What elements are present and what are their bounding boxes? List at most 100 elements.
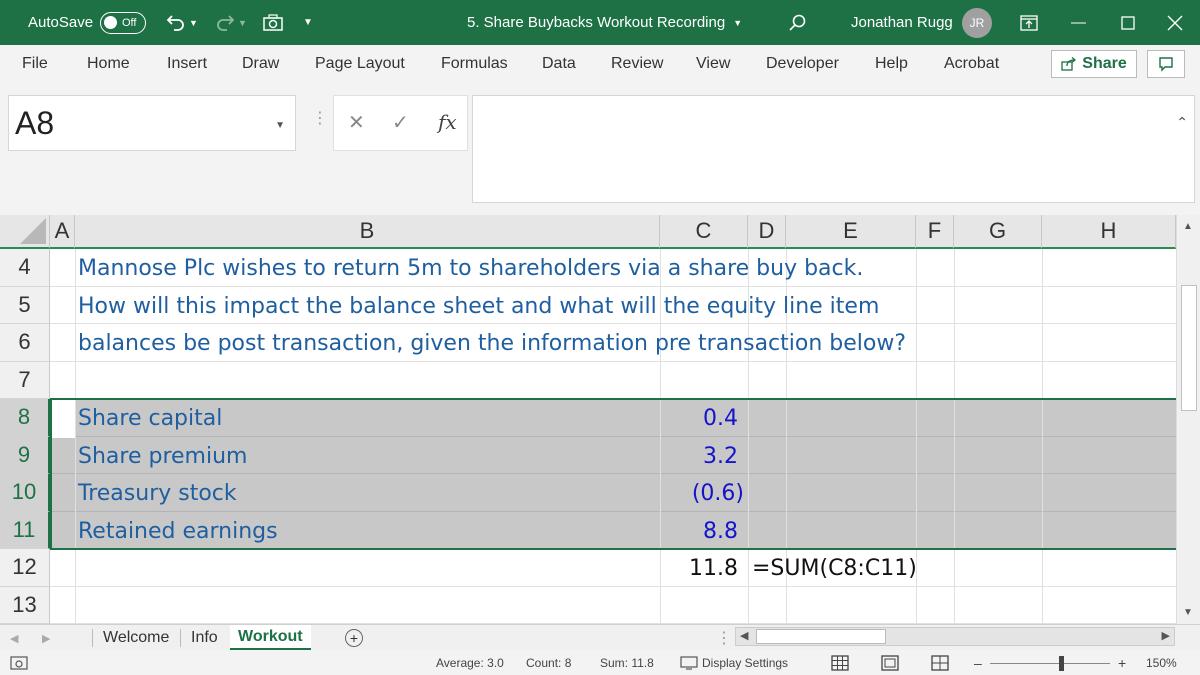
- formula-buttons: ✕ ✓ fx: [333, 95, 468, 151]
- search-icon[interactable]: [788, 0, 808, 45]
- row-13: [50, 587, 1176, 624]
- customize-quick-access-icon[interactable]: ▼: [303, 0, 313, 45]
- display-settings-button[interactable]: Display Settings: [680, 650, 788, 675]
- row-header-11[interactable]: 11: [0, 511, 50, 549]
- horizontal-scrollbar[interactable]: ◀ ▶: [735, 627, 1175, 646]
- cell-c9[interactable]: 3.2: [660, 438, 738, 476]
- sheet-divider: [180, 629, 181, 647]
- zoom-in-icon[interactable]: +: [1118, 650, 1126, 675]
- cancel-icon[interactable]: ✕: [348, 110, 365, 135]
- cell-b11[interactable]: Retained earnings: [78, 513, 278, 551]
- cell-b8[interactable]: Share capital: [78, 400, 222, 438]
- tab-help[interactable]: Help: [875, 45, 908, 83]
- page-layout-view-icon[interactable]: [881, 650, 899, 675]
- sheet-tab-info[interactable]: Info: [191, 625, 218, 651]
- cell-b5[interactable]: How will this impact the balance sheet a…: [78, 288, 879, 326]
- scroll-right-icon[interactable]: ▶: [1162, 629, 1170, 642]
- share-icon: [1061, 57, 1077, 71]
- row-header-9[interactable]: 9: [0, 436, 50, 474]
- scroll-sheets-right-icon[interactable]: ▶: [42, 625, 50, 651]
- user-name: Jonathan Rugg: [851, 14, 953, 31]
- cell-b10[interactable]: Treasury stock: [78, 475, 237, 513]
- cell-c10[interactable]: (0.6): [660, 475, 744, 513]
- column-header-d[interactable]: D: [748, 215, 786, 249]
- name-box-value: A8: [15, 104, 55, 141]
- enter-icon[interactable]: ✓: [392, 110, 409, 135]
- column-header-g[interactable]: G: [954, 215, 1042, 249]
- row-header-8[interactable]: 8: [0, 399, 50, 437]
- row-7: [50, 362, 1176, 399]
- normal-view-icon[interactable]: [831, 650, 849, 675]
- macro-recording-icon[interactable]: [10, 650, 28, 675]
- zoom-slider[interactable]: [990, 663, 1110, 664]
- document-title[interactable]: 5. Share Buybacks Workout Recording ▼: [467, 0, 742, 45]
- autosave-toggle[interactable]: Off: [92, 0, 146, 45]
- share-button[interactable]: Share: [1051, 50, 1137, 78]
- cell-c8[interactable]: 0.4: [660, 400, 738, 438]
- ribbon-tabs: File Home Insert Draw Page Layout Formul…: [0, 45, 1200, 83]
- redo-icon[interactable]: ▼: [214, 0, 247, 45]
- tab-acrobat[interactable]: Acrobat: [944, 45, 999, 83]
- avatar[interactable]: JR: [962, 0, 992, 45]
- row-header-7[interactable]: 7: [0, 361, 50, 399]
- column-header-c[interactable]: C: [660, 215, 748, 249]
- row-header-12[interactable]: 12: [0, 549, 50, 587]
- tab-review[interactable]: Review: [611, 45, 663, 83]
- column-header-e[interactable]: E: [786, 215, 916, 249]
- page-break-preview-icon[interactable]: [931, 650, 949, 675]
- cell-d12[interactable]: =SUM(C8:C11): [752, 550, 917, 588]
- tab-draw[interactable]: Draw: [242, 45, 279, 83]
- tab-developer[interactable]: Developer: [766, 45, 839, 83]
- column-header-a[interactable]: A: [50, 215, 75, 249]
- status-average: Average: 3.0: [436, 655, 504, 670]
- sheet-tab-workout[interactable]: Workout: [230, 625, 311, 651]
- row-header-13[interactable]: 13: [0, 586, 50, 624]
- sheet-tab-welcome[interactable]: Welcome: [103, 625, 169, 651]
- tab-file[interactable]: File: [22, 45, 48, 83]
- zoom-slider-thumb[interactable]: [1059, 656, 1064, 671]
- name-box[interactable]: A8 ▼: [8, 95, 296, 151]
- select-all-corner[interactable]: [0, 215, 50, 249]
- vertical-scrollbar[interactable]: ▲ ▼: [1176, 215, 1200, 624]
- tab-split-handle[interactable]: ⋮: [716, 625, 732, 651]
- tab-insert[interactable]: Insert: [167, 45, 207, 83]
- undo-icon[interactable]: ▼: [165, 0, 198, 45]
- tab-data[interactable]: Data: [542, 45, 576, 83]
- cell-c11[interactable]: 8.8: [660, 513, 738, 551]
- formula-bar-resize-handle[interactable]: ⋮: [312, 108, 328, 128]
- close-icon[interactable]: [1167, 0, 1183, 45]
- camera-icon[interactable]: [262, 0, 284, 45]
- row-header-6[interactable]: 6: [0, 324, 50, 362]
- row-header-4[interactable]: 4: [0, 249, 50, 287]
- collapse-formula-bar-icon[interactable]: ⌃: [1176, 114, 1188, 131]
- comments-button[interactable]: [1147, 50, 1185, 78]
- tab-formulas[interactable]: Formulas: [441, 45, 508, 83]
- insert-function-icon[interactable]: fx: [438, 110, 457, 134]
- cell-b9[interactable]: Share premium: [78, 438, 247, 476]
- scroll-up-icon[interactable]: ▲: [1183, 221, 1193, 232]
- name-box-dropdown-icon[interactable]: ▼: [275, 120, 285, 131]
- scroll-down-icon[interactable]: ▼: [1183, 607, 1193, 618]
- column-header-b[interactable]: B: [75, 215, 660, 249]
- horizontal-scroll-thumb[interactable]: [756, 629, 886, 644]
- scroll-sheets-left-icon[interactable]: ◀: [10, 625, 18, 651]
- column-header-h[interactable]: H: [1042, 215, 1176, 249]
- vertical-scroll-thumb[interactable]: [1181, 285, 1197, 411]
- tab-home[interactable]: Home: [87, 45, 130, 83]
- row-header-5[interactable]: 5: [0, 286, 50, 324]
- formula-input[interactable]: ⌃: [472, 95, 1195, 203]
- row-header-10[interactable]: 10: [0, 474, 50, 512]
- scroll-left-icon[interactable]: ◀: [740, 629, 748, 642]
- tab-view[interactable]: View: [696, 45, 730, 83]
- cell-b4[interactable]: Mannose Plc wishes to return 5m to share…: [78, 250, 863, 288]
- cell-b6[interactable]: balances be post transaction, given the …: [78, 325, 906, 363]
- column-header-f[interactable]: F: [916, 215, 954, 249]
- ribbon-display-options-icon[interactable]: [1020, 0, 1038, 45]
- minimize-icon[interactable]: —: [1071, 0, 1086, 45]
- maximize-icon[interactable]: [1121, 0, 1135, 45]
- cell-c12[interactable]: 11.8: [660, 550, 738, 588]
- zoom-level[interactable]: 150%: [1146, 650, 1177, 675]
- new-sheet-button[interactable]: +: [345, 625, 363, 651]
- tab-page-layout[interactable]: Page Layout: [315, 45, 405, 83]
- zoom-out-icon[interactable]: –: [974, 650, 982, 675]
